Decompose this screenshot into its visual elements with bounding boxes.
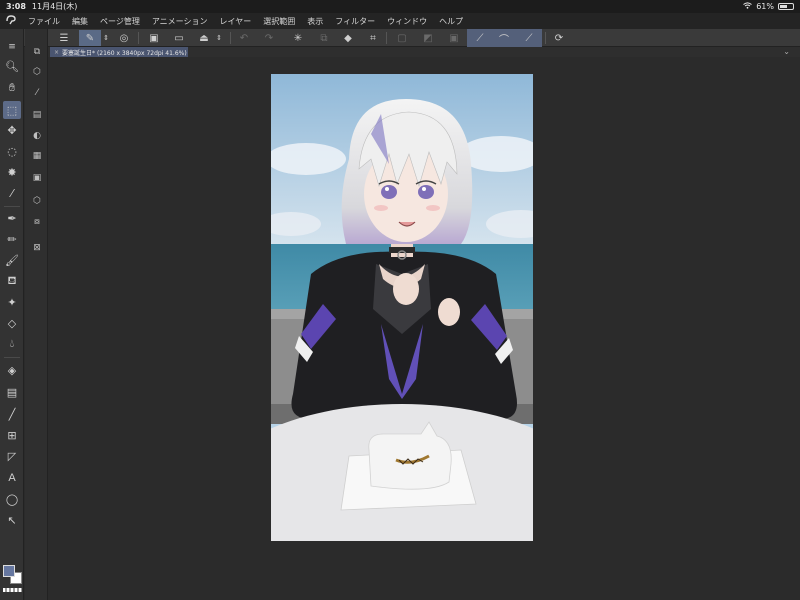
menu-window[interactable]: ウィンドウ [381,16,433,27]
hand-icon[interactable]: ✋︎ [3,79,21,97]
status-date: 11月4日(木) [31,2,78,11]
new-file-icon[interactable]: ▣ [146,30,162,46]
hamburger-menu-icon[interactable]: ☰ [56,30,72,46]
color-set-icon[interactable]: ▦ [30,149,44,163]
save-icon[interactable]: ⏏ [196,30,212,46]
clear-icon[interactable]: ✳ [290,30,306,46]
fill-selection-icon[interactable]: ◆ [340,30,356,46]
fill-icon[interactable]: ◈ [3,361,21,379]
battery-icon [778,3,794,10]
menu-file[interactable]: ファイル [22,16,66,27]
layer-stack-icon[interactable]: ⧇ [30,215,44,229]
show-selection-icon[interactable]: ▣ [446,30,462,46]
correction-icon[interactable]: ↖ [3,511,21,529]
invert-selection-icon[interactable]: ◩ [420,30,436,46]
tool-palette: ≡ 🔍︎ ✋︎ ⬚ ✥ ◌ ✸ ⁄ ✒︎ ✏︎ 🖌︎ ⛾ ✦ ◇ 💧︎ ◈ ▤ … [0,29,24,600]
sub-tool-palette: ⧉ ⬡ ⁄ ▤ ◐ ▦ ▣ ⬡ ⧇ ⊠ [25,29,48,600]
blend-icon[interactable]: 💧︎ [3,335,21,353]
menu-filter[interactable]: フィルター [329,16,381,27]
snap-grid-icon[interactable]: ⟋ [521,30,537,46]
canvas-artwork[interactable] [271,74,533,541]
move-icon[interactable]: ✥ [3,121,21,139]
app-window: 3:08 11月4日(木) 61% ファイル 編集 ページ管理 アニメーション … [0,0,800,600]
line-icon[interactable]: ╱ [3,405,21,423]
color-wheel-icon[interactable]: ◐ [30,129,44,143]
companion-mode-icon[interactable]: ⟳ [551,30,567,46]
copy-icon[interactable]: ⧉ [316,30,332,46]
command-toolbar: « « ☰ ✎ ⇕ ◎ ▣ ▭ ⏏ ⇕ ↶ ↷ ✳ ⧉ ◆ ⌗ ▢ ◩ ▣ ⟋ … [0,29,800,47]
menu-edit[interactable]: 編集 [66,16,94,27]
snap-ruler-icon[interactable]: ⟋ [472,30,488,46]
status-right: 61% [743,2,794,11]
open-folder-icon[interactable]: ▭ [171,30,187,46]
main-color-swatch[interactable] [3,565,15,577]
document-tab[interactable]: × 要塞誕生日* (2160 x 3840px 72dpi 41.6%) [50,47,188,57]
save-options-icon[interactable]: ⇕ [214,30,224,46]
edit-mode-icon[interactable]: ✎ [79,30,101,46]
menu-page[interactable]: ページ管理 [94,16,146,27]
layer-icon[interactable]: ⧉ [30,45,44,59]
tab-close-icon[interactable]: × [54,49,59,56]
magic-wand-icon[interactable]: ✸ [3,163,21,181]
history-icon[interactable]: ⊠ [30,241,44,255]
menu-animation[interactable]: アニメーション [146,16,214,27]
menu-bar: ファイル 編集 ページ管理 アニメーション レイヤー 選択範囲 表示 フィルター… [0,13,800,29]
document-tabstrip: × 要塞誕生日* (2160 x 3840px 72dpi 41.6%) ⌄ [48,47,800,57]
status-time: 3:08 [6,2,26,11]
redo-icon[interactable]: ↷ [261,30,277,46]
brush-icon[interactable]: 🖌︎ [3,251,21,269]
tool-palette-menu-icon[interactable]: ≡ [3,38,21,56]
zoom-icon[interactable]: 🔍︎ [3,57,21,75]
mode-toggle-icon[interactable]: ⇕ [101,30,111,46]
gradient-icon[interactable]: ▤ [3,383,21,401]
menu-view[interactable]: 表示 [301,16,329,27]
brush-size-icon[interactable]: ▤ [30,108,44,122]
airbrush-icon[interactable]: ⛾ [3,272,21,290]
material-icon[interactable]: ▣ [30,171,44,185]
chevron-down-icon[interactable]: ⌄ [783,47,790,56]
wifi-icon [743,2,753,11]
eraser-icon[interactable]: ◇ [3,314,21,332]
snap-special-ruler-icon[interactable]: ⌒ [496,30,512,46]
document-tab-label: 要塞誕生日* (2160 x 3840px 72dpi 41.6%) [62,49,187,57]
status-bar: 3:08 11月4日(木) 61% [0,0,800,13]
crop-icon[interactable]: ⌗ [365,30,381,46]
decoration-icon[interactable]: ✦ [3,293,21,311]
text-icon[interactable]: A [3,469,21,487]
app-logo-icon[interactable] [0,14,22,28]
frame-icon[interactable]: ⊞ [3,426,21,444]
menu-layer[interactable]: レイヤー [214,16,258,27]
object-select-icon[interactable]: ⬚ [3,101,21,119]
pen-icon[interactable]: ✒︎ [3,209,21,227]
tool-property-icon[interactable]: ⁄ [30,86,44,100]
undo-icon[interactable]: ↶ [236,30,252,46]
ruler-icon[interactable]: ◸ [3,447,21,465]
battery-percent: 61% [756,2,774,11]
marquee-icon[interactable]: ◌ [3,142,21,160]
eyedropper-icon[interactable]: ⁄ [3,184,21,202]
layer-property-icon[interactable]: ⬡ [30,65,44,79]
menu-selection[interactable]: 選択範囲 [257,16,301,27]
transparent-color-swatch[interactable] [3,588,22,592]
illustration [271,74,533,541]
menu-help[interactable]: ヘルプ [433,16,469,27]
navigator-icon[interactable]: ⬡ [30,194,44,208]
gallery-icon[interactable]: ◎ [116,30,132,46]
deselect-icon[interactable]: ▢ [394,30,410,46]
pencil-icon[interactable]: ✏︎ [3,230,21,248]
balloon-icon[interactable]: ◯ [3,490,21,508]
